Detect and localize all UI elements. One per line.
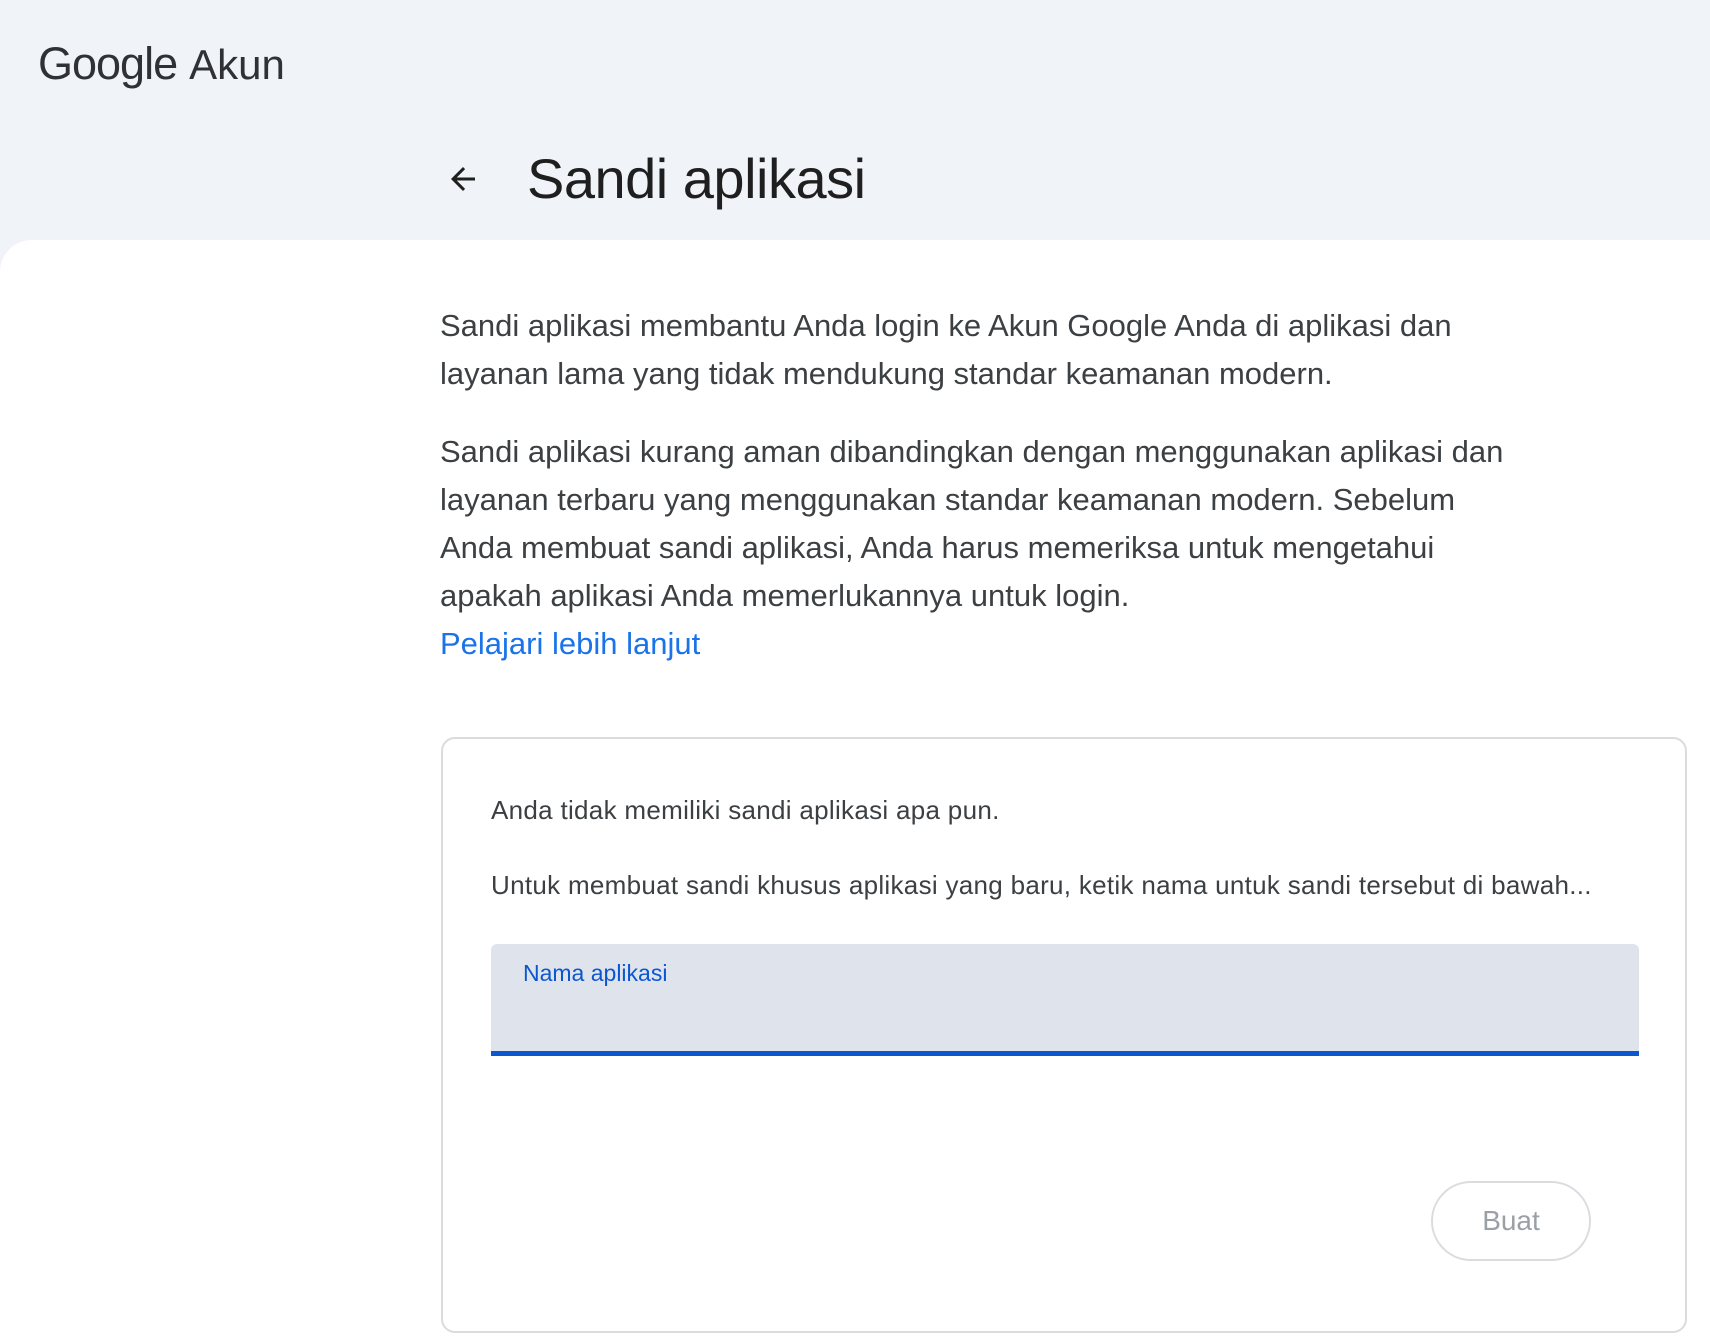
page-header: Sandi aplikasi — [437, 146, 866, 211]
intro-paragraph-1: Sandi aplikasi membantu Anda login ke Ak… — [440, 308, 1452, 391]
app-name-label: Nama aplikasi — [523, 960, 668, 986]
create-instruction: Untuk membuat sandi khusus aplikasi yang… — [491, 870, 1592, 900]
brand-google: Google — [38, 38, 178, 89]
learn-more-link[interactable]: Pelajari lebih lanjut — [440, 626, 700, 661]
main-content: Sandi aplikasi membantu Anda login ke Ak… — [0, 240, 1710, 1344]
create-button[interactable]: Buat — [1431, 1181, 1591, 1261]
google-account-logo[interactable]: Google Akun — [38, 38, 285, 90]
app-passwords-card: Anda tidak memiliki sandi aplikasi apa p… — [441, 737, 1687, 1333]
empty-state-message: Anda tidak memiliki sandi aplikasi apa p… — [491, 795, 1000, 825]
brand-product: Akun — [189, 41, 285, 88]
arrow-back-icon — [451, 166, 475, 191]
app-name-field[interactable]: Nama aplikasi — [491, 944, 1639, 1056]
top-bar: Google Akun Sandi aplikasi — [0, 0, 1710, 240]
app-name-input[interactable] — [523, 998, 1607, 1040]
intro-paragraph-2: Sandi aplikasi kurang aman dibandingkan … — [440, 434, 1504, 613]
intro-text: Sandi aplikasi membantu Anda login ke Ak… — [440, 302, 1520, 668]
page-title: Sandi aplikasi — [527, 147, 866, 210]
back-button[interactable] — [437, 153, 489, 205]
